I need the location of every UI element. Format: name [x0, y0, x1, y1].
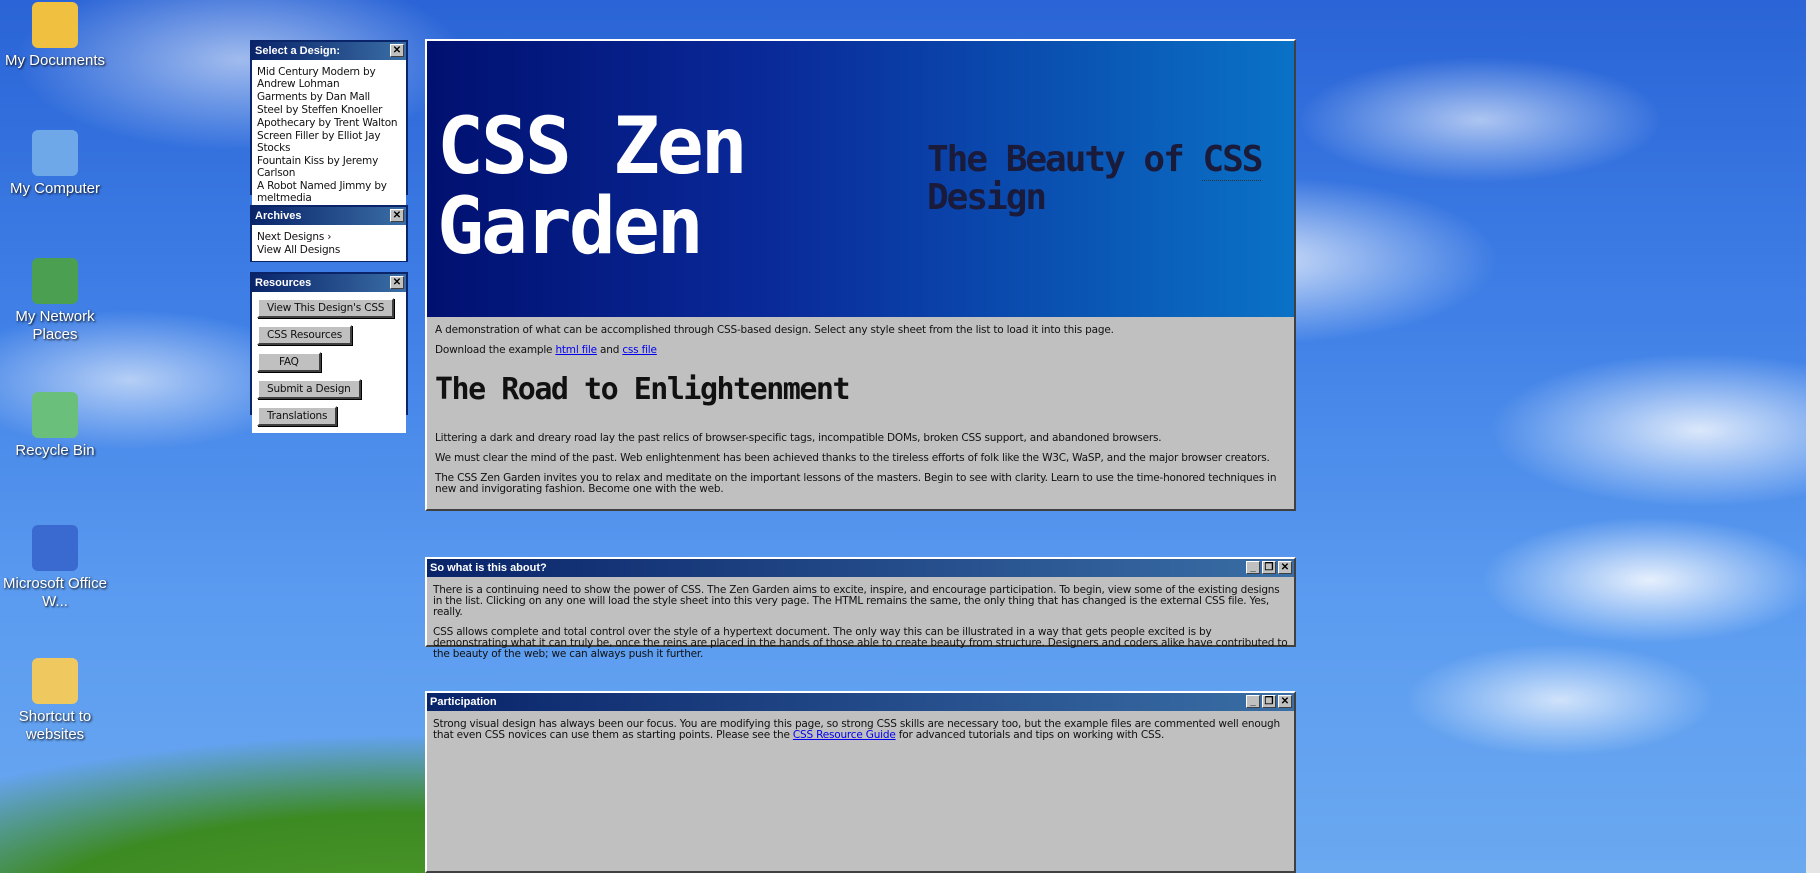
- road-paragraph: We must clear the mind of the past. Web …: [435, 452, 1270, 464]
- submit-design-button[interactable]: Submit a Design: [257, 379, 361, 399]
- desktop-icon[interactable]: Recycle Bin: [0, 392, 110, 460]
- site-title: CSS Zen Garden: [437, 102, 748, 272]
- desktop-icon[interactable]: My Computer: [0, 130, 110, 198]
- close-icon[interactable]: ✕: [390, 209, 404, 222]
- close-icon[interactable]: ✕: [390, 44, 404, 57]
- download-line: Download the example html file and css f…: [435, 344, 657, 356]
- css-resources-button[interactable]: CSS Resources: [257, 325, 353, 345]
- design-link[interactable]: Garments by Dan Mall: [257, 91, 401, 103]
- view-all-designs-link[interactable]: View All Designs: [257, 244, 401, 256]
- css-resource-guide-link[interactable]: CSS Resource Guide: [793, 729, 896, 741]
- design-link[interactable]: Steel by Steffen Knoeller: [257, 104, 401, 116]
- tagline: The Beauty of CSS Design: [927, 139, 1263, 218]
- network-icon: [32, 258, 78, 304]
- resources-panel: Resources ✕ View This Design's CSS CSS R…: [250, 272, 408, 433]
- css-file-link[interactable]: css file: [622, 344, 657, 356]
- resources-titlebar[interactable]: Resources ✕: [252, 274, 406, 292]
- about-paragraph: CSS allows complete and total control ov…: [433, 626, 1288, 660]
- desktop-icon[interactable]: Shortcut to websites: [0, 658, 110, 744]
- close-icon[interactable]: ✕: [1278, 561, 1292, 574]
- folder-documents-icon: [32, 2, 78, 48]
- design-link[interactable]: Apothecary by Trent Walton: [257, 117, 401, 129]
- recycle-bin-icon: [32, 392, 78, 438]
- desktop-icon-label: My Network Places: [15, 308, 95, 343]
- road-heading: The Road to Enlightenment: [435, 372, 851, 407]
- about-titlebar[interactable]: So what is this about? _ ❐ ✕: [427, 559, 1294, 577]
- select-design-titlebar[interactable]: Select a Design: ✕: [252, 42, 406, 60]
- design-link[interactable]: Fountain Kiss by Jeremy Carlson: [257, 155, 401, 179]
- restore-icon[interactable]: ❐: [1262, 695, 1276, 708]
- desktop-icon[interactable]: My Network Places: [0, 258, 110, 344]
- design-link[interactable]: A Robot Named Jimmy by meltmedia: [257, 180, 401, 204]
- desktop-icon-label: Microsoft Office W...: [3, 575, 107, 610]
- desktop-icon[interactable]: Microsoft Office W...: [0, 525, 110, 611]
- desktop-icon[interactable]: My Documents: [0, 2, 110, 70]
- computer-icon: [32, 130, 78, 176]
- select-design-panel: Select a Design: ✕ Mid Century Modern by…: [250, 40, 408, 234]
- window-title: So what is this about?: [430, 562, 547, 574]
- translations-button[interactable]: Translations: [257, 406, 338, 426]
- page-header: CSS Zen Garden The Beauty of CSS Design: [427, 41, 1294, 317]
- panel-title: Select a Design:: [255, 45, 340, 57]
- restore-icon[interactable]: ❐: [1262, 561, 1276, 574]
- about-paragraph: There is a continuing need to show the p…: [433, 584, 1280, 618]
- desktop-icon-label: Shortcut to websites: [18, 708, 92, 743]
- road-paragraph: Littering a dark and dreary road lay the…: [435, 432, 1162, 444]
- panel-title: Archives: [255, 210, 302, 222]
- vertical-scrollbar[interactable]: [1806, 0, 1820, 873]
- close-icon[interactable]: ✕: [1278, 695, 1292, 708]
- next-designs-link[interactable]: Next Designs ›: [257, 231, 401, 243]
- minimize-icon[interactable]: _: [1246, 561, 1260, 574]
- road-paragraph: The CSS Zen Garden invites you to relax …: [435, 472, 1277, 495]
- html-file-link[interactable]: html file: [555, 344, 597, 356]
- participation-paragraph: Strong visual design has always been our…: [433, 718, 1280, 741]
- faq-button[interactable]: FAQ: [257, 352, 321, 372]
- participation-titlebar[interactable]: Participation _ ❐ ✕: [427, 693, 1294, 711]
- desktop-icon-label: My Documents: [4, 52, 106, 69]
- desktop-icon-label: My Computer: [9, 180, 101, 197]
- panel-title: Resources: [255, 277, 312, 289]
- intro-text: A demonstration of what can be accomplis…: [435, 324, 1114, 336]
- design-link[interactable]: Screen Filler by Elliot Jay Stocks: [257, 130, 401, 154]
- minimize-icon[interactable]: _: [1246, 695, 1260, 708]
- folder-shortcut-icon: [32, 658, 78, 704]
- view-design-css-button[interactable]: View This Design's CSS: [257, 298, 395, 318]
- archives-titlebar[interactable]: Archives ✕: [252, 207, 406, 225]
- participation-window: Participation _ ❐ ✕ Strong visual design…: [425, 691, 1296, 873]
- desktop-icon-label: Recycle Bin: [15, 442, 95, 459]
- main-window: CSS Zen Garden The Beauty of CSS Design A …: [425, 39, 1296, 511]
- close-icon[interactable]: ✕: [390, 276, 404, 289]
- archives-panel: Archives ✕ Next Designs › View All Desig…: [250, 205, 408, 262]
- window-title: Participation: [430, 696, 497, 708]
- word-shortcut-icon: [32, 525, 78, 571]
- about-window: So what is this about? _ ❐ ✕ There is a …: [425, 557, 1296, 660]
- design-link[interactable]: Mid Century Modern by Andrew Lohman: [257, 66, 401, 90]
